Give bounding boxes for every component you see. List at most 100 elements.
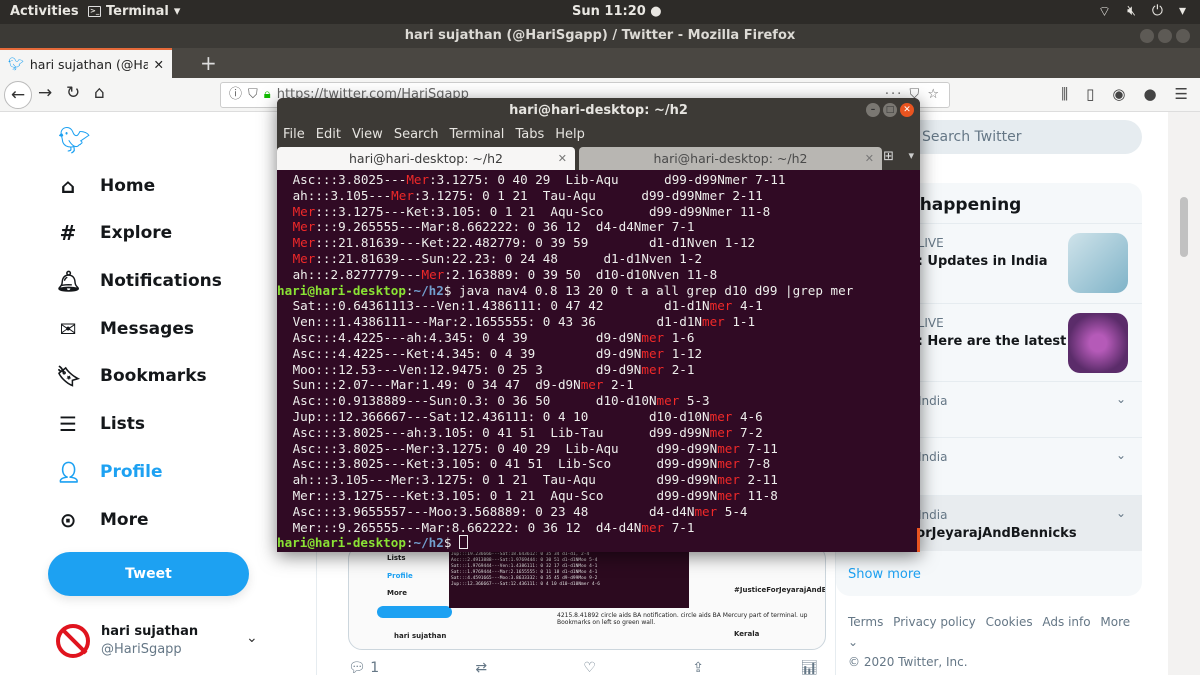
terminal-line: Mer:::3.1275---Ket:3.105: 0 1 21 Aqu-Sco… xyxy=(285,487,778,503)
show-more-link[interactable]: Show more xyxy=(848,567,921,582)
tab-strip: 🐦︎ hari sujathan (@HariSgapp) / Twitter … xyxy=(0,48,1200,78)
chevron-down-icon: ⌄ xyxy=(246,630,258,646)
menu-file[interactable]: File xyxy=(283,124,305,146)
person-icon: 👤︎ xyxy=(56,460,82,484)
forward-button[interactable]: → xyxy=(38,83,52,103)
menu-search[interactable]: Search xyxy=(394,124,439,146)
menu-view[interactable]: View xyxy=(352,124,383,146)
nav-lists[interactable]: ☰ Lists xyxy=(56,412,145,436)
footer-link[interactable]: Ads info xyxy=(1042,615,1090,629)
chevron-down-icon[interactable]: ⌄ xyxy=(1116,506,1126,520)
retweet-button[interactable]: ⇄ xyxy=(475,660,487,676)
twitter-logo-icon[interactable]: 🐦︎ xyxy=(58,126,91,156)
grep-match: mer xyxy=(717,472,740,488)
new-tab-button[interactable]: + xyxy=(200,51,217,75)
close-tab-icon[interactable]: ✕ xyxy=(865,147,874,170)
activities-button[interactable]: Activities xyxy=(10,4,79,19)
maximize-button[interactable]: □ xyxy=(883,103,897,117)
grep-match: mer xyxy=(717,487,740,503)
prompt-user: hari@hari-desktop xyxy=(277,282,406,298)
nav-home[interactable]: ⌂ Home xyxy=(56,174,155,198)
browser-tab[interactable]: 🐦︎ hari sujathan (@HariSgapp) / Twitter … xyxy=(0,48,172,78)
back-button[interactable]: ← xyxy=(4,81,32,109)
more-circle-icon: ⊙ xyxy=(59,508,77,532)
footer-link[interactable]: Cookies xyxy=(986,615,1033,629)
analytics-button[interactable]: 📊︎ xyxy=(800,660,818,676)
mini-terminal: hari@hari-desktop:~/h2$ java nav4 0.6 13… xyxy=(449,546,689,608)
caret-down-icon: ▾ xyxy=(173,4,181,19)
nav-explore[interactable]: # Explore xyxy=(56,221,173,245)
clock[interactable]: Sun 11:20 ● xyxy=(572,4,662,19)
grep-match: mer xyxy=(709,408,733,424)
sidebar-icon[interactable]: ▯ xyxy=(1086,85,1094,103)
terminal-line: Asc:::0.9138889---Sun:0.3: 0 36 50 d10-d… xyxy=(285,393,710,409)
nav-messages[interactable]: ✉ Messages xyxy=(56,317,194,341)
terminal-tab[interactable]: hari@hari-desktop: ~/h2 ✕ xyxy=(579,147,882,170)
menu-terminal[interactable]: Terminal xyxy=(449,124,504,146)
minimize-button[interactable]: – xyxy=(866,103,880,117)
grep-match: Mer xyxy=(406,172,430,187)
terminal-line: Jup:::12.366667---Sat:12.436111: 0 4 10 … xyxy=(285,408,763,424)
terminal-line: Ven:::1.4386111---Mar:2.1655555: 0 43 36… xyxy=(285,314,756,330)
scrollbar-thumb[interactable] xyxy=(1180,197,1188,257)
app-menu[interactable]: >_ Terminal ▾ xyxy=(88,4,180,19)
share-button[interactable]: ⇪ xyxy=(692,660,704,676)
menu-edit[interactable]: Edit xyxy=(316,124,341,146)
tweet-button[interactable]: Tweet xyxy=(48,552,249,596)
terminal-line: Asc:::3.8025---Ket:3.105: 0 41 51 Lib-Sc… xyxy=(285,456,771,472)
reply-button[interactable]: 💬︎ 1 xyxy=(348,660,379,676)
chevron-down-icon[interactable]: ⌄ xyxy=(1116,448,1126,462)
terminal-output[interactable]: Asc:::3.8025---Mer:3.1275: 0 40 29 Lib-A… xyxy=(277,170,920,552)
library-icon[interactable]: ⫼ xyxy=(1061,85,1068,103)
close-tab-icon[interactable]: ✕ xyxy=(154,57,164,72)
grep-match: mer xyxy=(641,361,665,377)
new-terminal-tab-icon[interactable]: ⊞ xyxy=(883,149,894,164)
copyright: © 2020 Twitter, Inc. xyxy=(848,655,968,669)
account-name: hari sujathan xyxy=(101,624,199,639)
minimize-button[interactable] xyxy=(1140,29,1154,43)
menu-help[interactable]: Help xyxy=(555,124,585,146)
account-switcher[interactable]: hari sujathan @HariSgapp ⌄ xyxy=(56,620,266,664)
close-tab-icon[interactable]: ✕ xyxy=(558,147,567,170)
menu-tabs[interactable]: Tabs xyxy=(515,124,544,146)
footer-link[interactable]: Terms xyxy=(848,615,883,629)
info-icon[interactable]: ⓘ xyxy=(229,83,242,107)
system-tray[interactable]: ⌔ 🔇︎ ⏻ ▾ xyxy=(1098,3,1186,21)
account-icon[interactable]: ◉ xyxy=(1112,85,1125,103)
footer: Terms Privacy policy Cookies Ads info Mo… xyxy=(848,612,1148,672)
terminal-line: Mer:::3.1275---Ket:3.105: 0 1 21 Aqu-Sco… xyxy=(292,203,771,219)
app-menu-label: Terminal xyxy=(106,4,169,19)
maximize-button[interactable] xyxy=(1158,29,1172,43)
extension-icon[interactable]: ● xyxy=(1143,85,1156,103)
close-button[interactable] xyxy=(1176,29,1190,43)
mini-tweet-button xyxy=(377,606,452,618)
close-button[interactable]: ✕ xyxy=(900,103,914,117)
grep-match: mer xyxy=(580,377,604,393)
terminal-line: ah:::2.8277779---Mer:2.163889: 0 39 50 d… xyxy=(285,266,718,282)
list-icon: ☰ xyxy=(59,412,77,436)
home-button[interactable]: ⌂ xyxy=(94,83,105,103)
terminal-tab-active[interactable]: hari@hari-desktop: ~/h2 ✕ xyxy=(277,147,575,170)
terminal-window-controls: – □ ✕ xyxy=(866,103,914,117)
tracking-shield-icon[interactable]: ⛉ xyxy=(248,83,258,107)
terminal-menu-bar: File Edit View Search Terminal Tabs Help xyxy=(277,124,920,146)
like-button[interactable]: ♡ xyxy=(583,660,596,676)
hamburger-menu-icon[interactable]: ☰ xyxy=(1175,85,1188,103)
nav-more[interactable]: ⊙ More xyxy=(56,508,149,532)
terminal-title-bar[interactable]: hari@hari-desktop: ~/h2 – □ ✕ xyxy=(277,98,920,124)
terminal-line: Sat:::0.64361113---Ven:1.4386111: 0 47 4… xyxy=(285,298,763,314)
nav-notifications[interactable]: 🔔︎ Notifications xyxy=(56,269,222,293)
page-scrollbar[interactable] xyxy=(1168,112,1200,675)
grep-match: mer xyxy=(702,314,725,330)
prompt-path: ~/h2 xyxy=(413,535,444,551)
reload-button[interactable]: ↻ xyxy=(66,83,80,103)
lock-icon[interactable]: 🔒︎ xyxy=(264,83,271,107)
tweet-image[interactable]: Lists Profile More hari sujathan hari@ha… xyxy=(348,545,826,650)
chevron-down-icon[interactable]: ⌄ xyxy=(1116,392,1126,406)
footer-link[interactable]: Privacy policy xyxy=(893,615,976,629)
nav-bookmarks[interactable]: 🔖︎ Bookmarks xyxy=(56,364,207,388)
nav-profile[interactable]: 👤︎ Profile xyxy=(56,460,162,484)
grep-match: Mer xyxy=(391,187,414,203)
terminal-line: ah:::3.105---Mer:3.1275: 0 1 21 Tau-Aqu … xyxy=(285,472,778,488)
tabs-dropdown-icon[interactable]: ▾ xyxy=(908,149,914,162)
